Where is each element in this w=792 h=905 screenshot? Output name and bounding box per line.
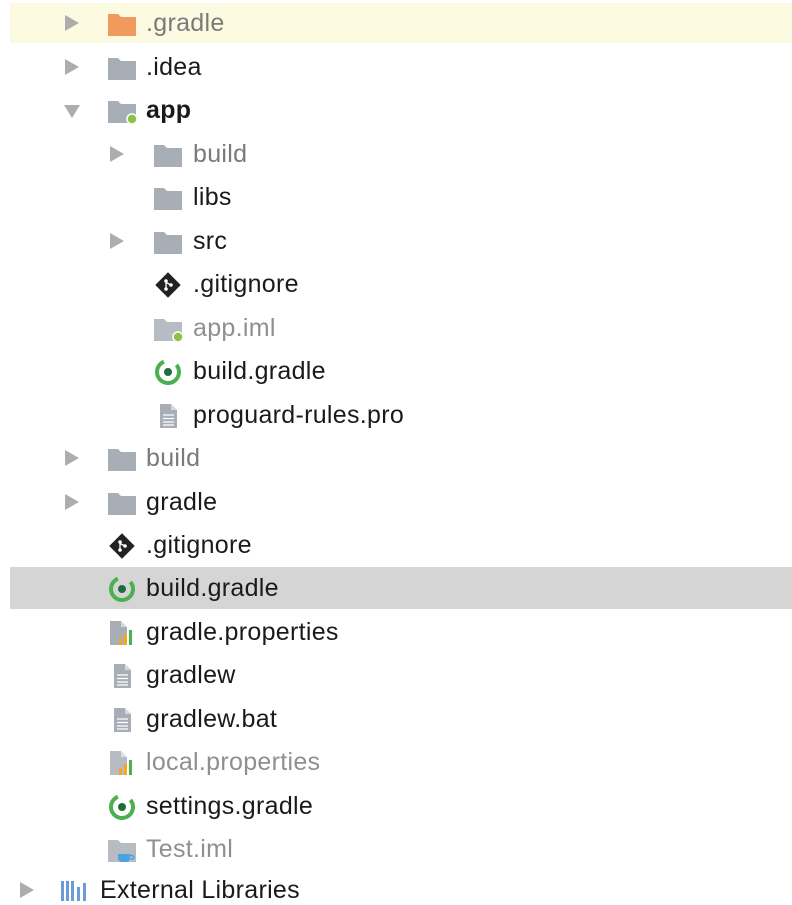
tree-node-label: gradle.properties: [146, 618, 339, 646]
tree-node-build[interactable]: build: [10, 438, 792, 478]
tree-node-label: Test.iml: [146, 835, 234, 863]
java-module-file-icon: [107, 837, 137, 863]
gradle-icon: [107, 794, 137, 820]
expand-arrow-icon[interactable]: [110, 146, 124, 162]
tree-node-app-proguard[interactable]: proguard-rules.pro: [10, 395, 792, 435]
tree-node-label: build: [146, 444, 201, 472]
tree-node-label: .idea: [146, 53, 202, 81]
tree-node-app-gitignore[interactable]: .gitignore: [10, 264, 792, 304]
properties-file-icon: [107, 750, 137, 776]
tree-node-app-build[interactable]: build: [10, 134, 792, 174]
text-file-icon: [107, 663, 137, 689]
folder-orange-icon: [107, 11, 137, 37]
tree-node-label: settings.gradle: [146, 792, 314, 820]
tree-node-label: .gradle: [146, 9, 225, 37]
expand-arrow-icon[interactable]: [65, 494, 79, 510]
tree-node-idea[interactable]: .idea: [10, 47, 792, 87]
tree-node-test-iml[interactable]: Test.iml: [10, 829, 792, 869]
expand-arrow-icon[interactable]: [20, 882, 34, 898]
collapse-arrow-icon[interactable]: [64, 105, 80, 118]
folder-icon: [153, 185, 183, 211]
gradle-icon: [153, 359, 183, 385]
tree-node-label: gradlew: [146, 661, 236, 689]
tree-node-settings-gradle[interactable]: settings.gradle: [10, 786, 792, 826]
tree-node-label: src: [193, 227, 228, 255]
git-icon: [107, 533, 137, 559]
expand-arrow-icon[interactable]: [65, 15, 79, 31]
tree-node-external-libraries[interactable]: External Libraries: [10, 873, 792, 905]
tree-node-gradlew-bat[interactable]: gradlew.bat: [10, 699, 792, 739]
tree-node-label: External Libraries: [100, 876, 300, 904]
properties-file-icon: [107, 620, 137, 646]
tree-node-label: gradle: [146, 488, 218, 516]
tree-node-gitignore[interactable]: .gitignore: [10, 525, 792, 565]
tree-node-gradle-properties[interactable]: gradle.properties: [10, 612, 792, 652]
tree-node-app-build-gradle[interactable]: build.gradle: [10, 351, 792, 391]
tree-node-label: libs: [193, 183, 232, 211]
folder-icon: [107, 55, 137, 81]
tree-node-label: app.iml: [193, 314, 276, 342]
tree-node-build-gradle-selected[interactable]: build.gradle: [10, 567, 792, 609]
tree-node-gradlew[interactable]: gradlew: [10, 655, 792, 695]
folder-icon: [153, 142, 183, 168]
tree-node-app-iml[interactable]: app.iml: [10, 308, 792, 348]
tree-node-label: build.gradle: [193, 357, 326, 385]
tree-node-label: .gitignore: [146, 531, 252, 559]
gradle-icon: [107, 576, 137, 602]
project-tree: .gradle .idea app build libs src .gitign…: [0, 0, 792, 905]
git-icon: [153, 272, 183, 298]
tree-node-app[interactable]: app: [10, 90, 792, 130]
tree-node-label: build.gradle: [146, 574, 279, 602]
tree-node-app-libs[interactable]: libs: [10, 177, 792, 217]
tree-node-gradle[interactable]: gradle: [10, 482, 792, 522]
folder-icon: [153, 229, 183, 255]
tree-node-label: local.properties: [146, 748, 321, 776]
expand-arrow-icon[interactable]: [65, 59, 79, 75]
tree-node-label: gradlew.bat: [146, 705, 278, 733]
tree-node-app-src[interactable]: src: [10, 221, 792, 261]
tree-node-label: build: [193, 140, 248, 168]
tree-node-local-properties[interactable]: local.properties: [10, 742, 792, 782]
expand-arrow-icon[interactable]: [65, 450, 79, 466]
text-file-icon: [107, 707, 137, 733]
expand-arrow-icon[interactable]: [110, 233, 124, 249]
tree-node-gradle-cache[interactable]: .gradle: [10, 3, 792, 43]
tree-node-label: app: [146, 96, 192, 124]
module-folder-icon: [107, 98, 137, 124]
tree-node-label: .gitignore: [193, 270, 299, 298]
folder-icon: [107, 446, 137, 472]
libraries-icon: [60, 878, 90, 904]
folder-icon: [107, 490, 137, 516]
tree-node-label: proguard-rules.pro: [193, 401, 405, 429]
text-file-icon: [153, 403, 183, 429]
module-file-icon: [153, 316, 183, 342]
